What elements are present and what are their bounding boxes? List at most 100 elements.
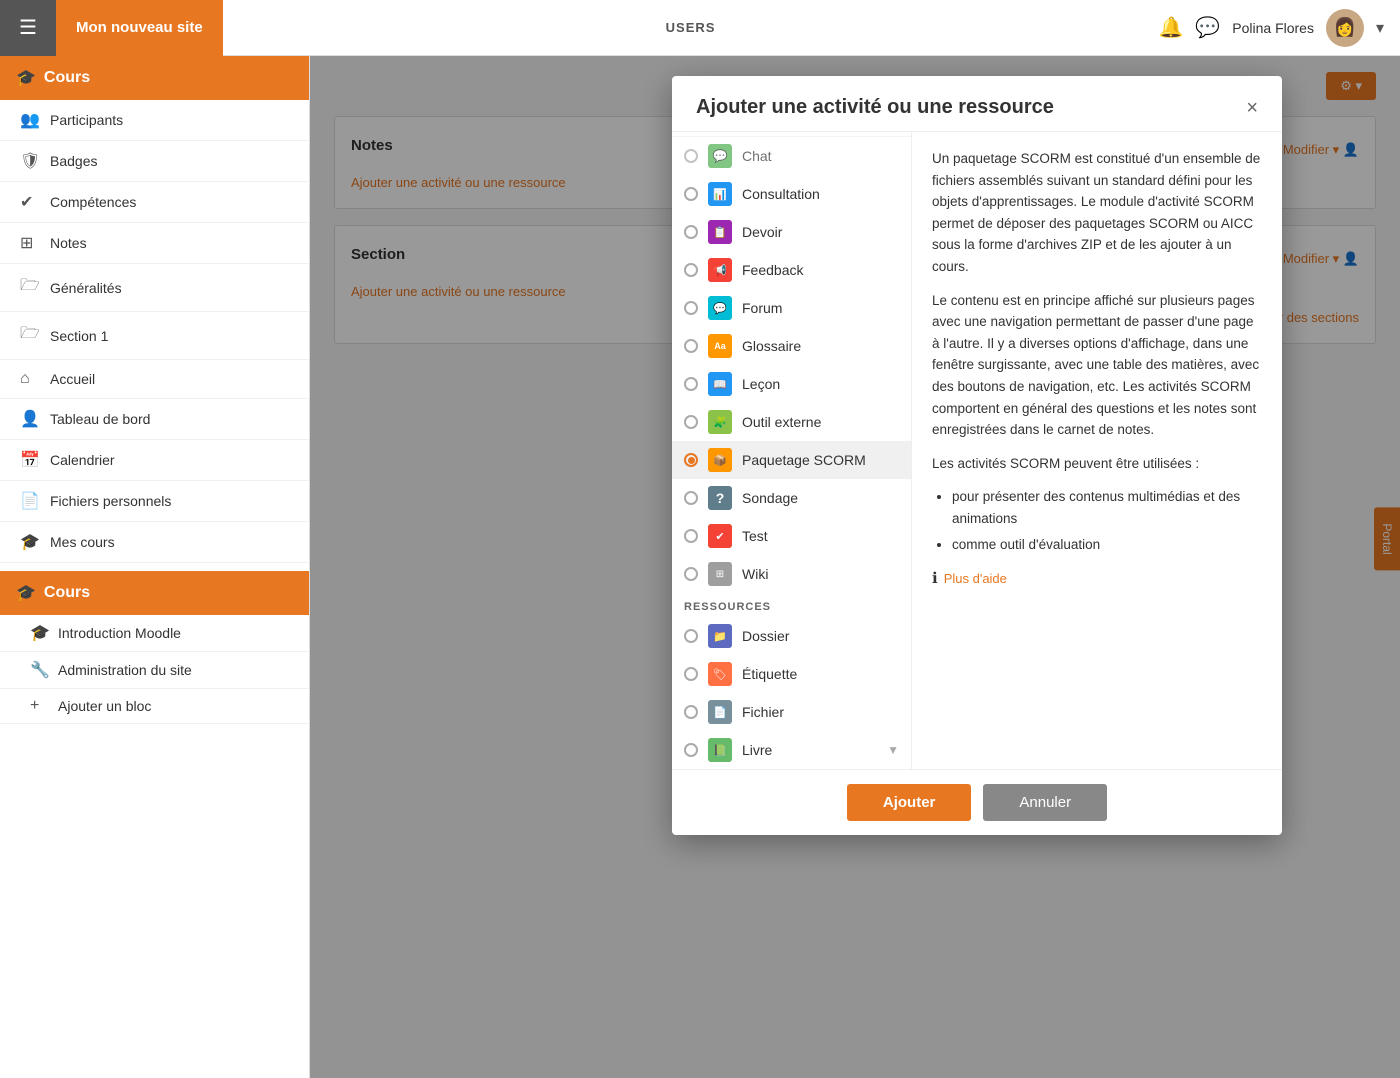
mes-cours-icon: 🎓 bbox=[20, 532, 40, 552]
description-bullet2: comme outil d'évaluation bbox=[952, 534, 1262, 556]
modal-item-etiquette[interactable]: 🏷 Étiquette bbox=[672, 655, 911, 693]
modal-dialog: Ajouter une activité ou une ressource × … bbox=[672, 76, 1282, 835]
fichiers-icon: 📄 bbox=[20, 491, 40, 511]
paquetage-scorm-radio[interactable] bbox=[684, 453, 698, 467]
glossaire-radio[interactable] bbox=[684, 339, 698, 353]
outil-externe-radio[interactable] bbox=[684, 415, 698, 429]
etiquette-radio[interactable] bbox=[684, 667, 698, 681]
modal-item-dossier[interactable]: 📁 Dossier bbox=[672, 617, 911, 655]
sidebar-item-badges[interactable]: 🛡 Badges bbox=[0, 141, 309, 182]
paquetage-scorm-icon: 📦 bbox=[708, 448, 732, 472]
chat-radio[interactable] bbox=[684, 149, 698, 163]
ajouter-button[interactable]: Ajouter bbox=[847, 784, 972, 821]
forum-radio[interactable] bbox=[684, 301, 698, 315]
modal-item-fichier[interactable]: 📄 Fichier bbox=[672, 693, 911, 731]
sidebar-item-mes-cours[interactable]: 🎓 Mes cours bbox=[0, 522, 309, 563]
main-content: ⚙ ▾ Notes Modifier ▾ Modifier ▾ 👤 Ajoute… bbox=[310, 56, 1400, 1078]
info-icon: ℹ bbox=[932, 567, 938, 591]
site-name[interactable]: Mon nouveau site bbox=[56, 0, 223, 56]
modal-header: Ajouter une activité ou une ressource × bbox=[672, 76, 1282, 132]
description-para2: Le contenu est en principe affiché sur p… bbox=[932, 290, 1262, 441]
sidebar-item-tableau[interactable]: 👤 Tableau de bord bbox=[0, 399, 309, 440]
sidebar-item-admin-site[interactable]: 🔧 Administration du site bbox=[0, 652, 309, 689]
users-label: USERS bbox=[223, 20, 1159, 35]
forum-icon: 💬 bbox=[708, 296, 732, 320]
modal-item-sondage[interactable]: ? Sondage bbox=[672, 479, 911, 517]
sidebar-item-section1[interactable]: 🗁 Section 1 bbox=[0, 312, 309, 360]
modal-item-wiki[interactable]: ⊞ Wiki bbox=[672, 555, 911, 593]
lecon-radio[interactable] bbox=[684, 377, 698, 391]
generalites-icon: 🗁 bbox=[20, 274, 40, 301]
cours2-header: 🎓 Cours bbox=[0, 571, 309, 615]
sidebar-item-notes[interactable]: ⊞ Notes bbox=[0, 223, 309, 264]
list-scroll-indicator: ▼ bbox=[887, 743, 899, 757]
fichier-label: Fichier bbox=[742, 704, 784, 720]
help-link[interactable]: Plus d'aide bbox=[944, 569, 1007, 590]
modal-item-consultation[interactable]: 📊 Consultation bbox=[672, 175, 911, 213]
dossier-icon: 📁 bbox=[708, 624, 732, 648]
sondage-radio[interactable] bbox=[684, 491, 698, 505]
participants-icon: 👥 bbox=[20, 110, 40, 130]
badges-icon: 🛡 bbox=[20, 151, 40, 171]
modal-item-lecon[interactable]: 📖 Leçon bbox=[672, 365, 911, 403]
competences-icon: ✔ bbox=[20, 192, 40, 212]
section1-icon: 🗁 bbox=[20, 322, 40, 349]
glossaire-icon: Aa bbox=[708, 334, 732, 358]
modal-close-button[interactable]: × bbox=[1246, 98, 1258, 118]
devoir-radio[interactable] bbox=[684, 225, 698, 239]
resources-section-header: RESSOURCES bbox=[672, 593, 911, 617]
sidebar-item-intro-moodle[interactable]: 🎓 Introduction Moodle bbox=[0, 615, 309, 652]
menu-button[interactable]: ☰ bbox=[0, 0, 56, 56]
livre-radio[interactable] bbox=[684, 743, 698, 757]
outil-externe-icon: 🧩 bbox=[708, 410, 732, 434]
modal-item-glossaire[interactable]: Aa Glossaire bbox=[672, 327, 911, 365]
sidebar-item-participants[interactable]: 👥 Participants bbox=[0, 100, 309, 141]
modal-item-outil-externe[interactable]: 🧩 Outil externe bbox=[672, 403, 911, 441]
fichier-radio[interactable] bbox=[684, 705, 698, 719]
avatar[interactable]: 👩 bbox=[1326, 9, 1364, 47]
wiki-label: Wiki bbox=[742, 566, 768, 582]
modal-item-feedback[interactable]: 📢 Feedback bbox=[672, 251, 911, 289]
modal-item-devoir[interactable]: 📋 Devoir bbox=[672, 213, 911, 251]
description-para3: Les activités SCORM peuvent être utilisé… bbox=[932, 453, 1262, 475]
modal-item-livre[interactable]: 📗 Livre ▼ bbox=[672, 731, 911, 769]
description-para1: Un paquetage SCORM est constitué d'un en… bbox=[932, 148, 1262, 278]
modal-item-forum[interactable]: 💬 Forum bbox=[672, 289, 911, 327]
ajouter-bloc-icon: + bbox=[30, 697, 50, 715]
modal-description: Un paquetage SCORM est constitué d'un en… bbox=[912, 132, 1282, 769]
dropdown-icon[interactable]: ▾ bbox=[1376, 18, 1384, 38]
annuler-button[interactable]: Annuler bbox=[983, 784, 1107, 821]
sidebar-item-generalites[interactable]: 🗁 Généralités bbox=[0, 264, 309, 312]
sidebar-item-ajouter-bloc[interactable]: + Ajouter un bloc bbox=[0, 689, 309, 724]
description-bullets: pour présenter des contenus multimédias … bbox=[952, 486, 1262, 555]
sidebar-item-fichiers[interactable]: 📄 Fichiers personnels bbox=[0, 481, 309, 522]
generalites-label: Généralités bbox=[50, 280, 122, 296]
dossier-radio[interactable] bbox=[684, 629, 698, 643]
accueil-icon: ⌂ bbox=[20, 370, 40, 388]
notification-icon[interactable]: 🔔 bbox=[1158, 15, 1183, 40]
test-radio[interactable] bbox=[684, 529, 698, 543]
livre-label: Livre bbox=[742, 742, 772, 758]
sidebar-item-calendrier[interactable]: 📅 Calendrier bbox=[0, 440, 309, 481]
cours-label: Cours bbox=[44, 69, 90, 87]
livre-icon: 📗 bbox=[708, 738, 732, 762]
sidebar-item-competences[interactable]: ✔ Compétences bbox=[0, 182, 309, 223]
feedback-icon: 📢 bbox=[708, 258, 732, 282]
wiki-radio[interactable] bbox=[684, 567, 698, 581]
messages-icon[interactable]: 💬 bbox=[1195, 15, 1220, 40]
modal-item-chat[interactable]: 💬 Chat bbox=[672, 136, 911, 175]
modal-item-paquetage-scorm[interactable]: 📦 Paquetage SCORM bbox=[672, 441, 911, 479]
cours2-icon: 🎓 bbox=[16, 583, 36, 603]
notes-icon: ⊞ bbox=[20, 233, 40, 253]
intro-moodle-label: Introduction Moodle bbox=[58, 625, 181, 641]
chat-label: Chat bbox=[742, 148, 772, 164]
etiquette-icon: 🏷 bbox=[708, 662, 732, 686]
consultation-radio[interactable] bbox=[684, 187, 698, 201]
modal-item-test[interactable]: ✔ Test bbox=[672, 517, 911, 555]
tableau-icon: 👤 bbox=[20, 409, 40, 429]
feedback-radio[interactable] bbox=[684, 263, 698, 277]
paquetage-scorm-label: Paquetage SCORM bbox=[742, 452, 866, 468]
sidebar-item-accueil[interactable]: ⌂ Accueil bbox=[0, 360, 309, 399]
ajouter-bloc-label: Ajouter un bloc bbox=[58, 698, 151, 714]
fichier-icon: 📄 bbox=[708, 700, 732, 724]
